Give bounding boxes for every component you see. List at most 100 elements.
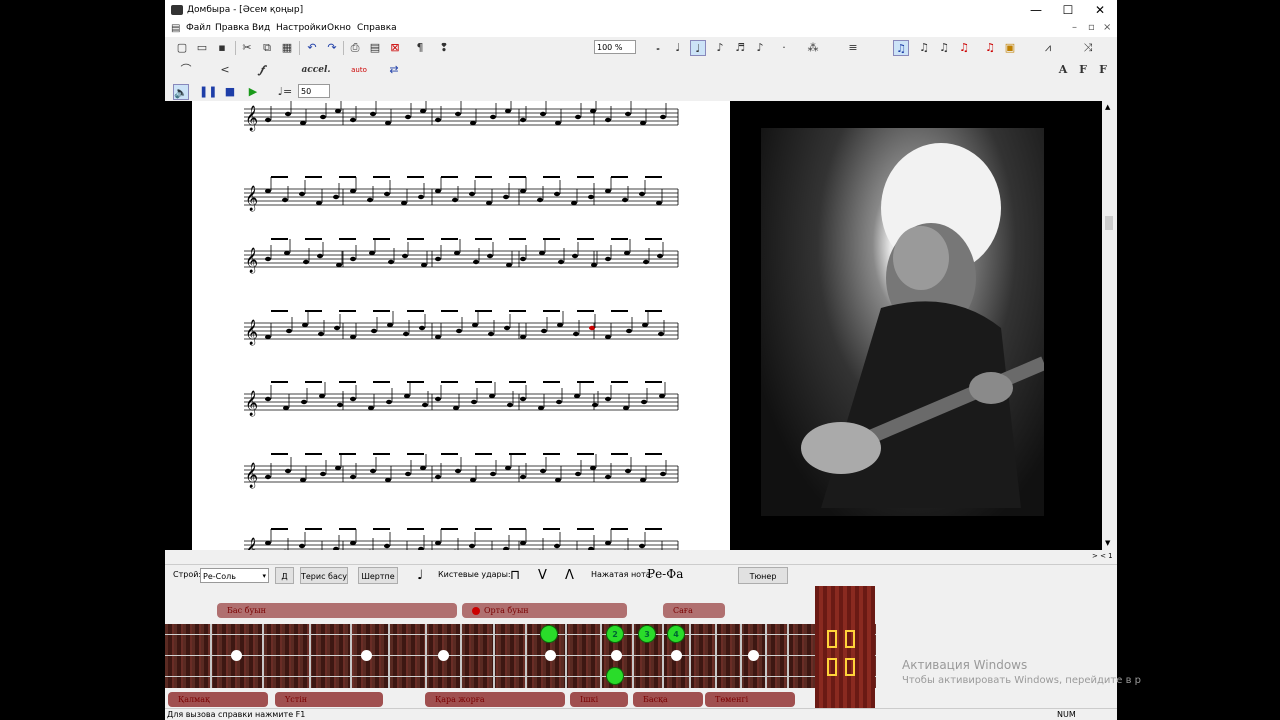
accel-button[interactable]: accel.: [298, 62, 334, 78]
zone-label-middle[interactable]: Орта буын: [462, 603, 627, 618]
zone-label-bass[interactable]: Бас буын: [217, 603, 457, 618]
pressed-note-marker[interactable]: [540, 625, 558, 643]
note-marker-2[interactable]: 2: [606, 625, 624, 643]
new-icon[interactable]: ▢: [174, 40, 190, 56]
zoom-select[interactable]: 100 %: [594, 40, 636, 54]
note-head: [538, 405, 544, 411]
scroll-thumb[interactable]: [1105, 216, 1113, 230]
paste-icon[interactable]: ▦: [279, 40, 295, 56]
print-preview-icon[interactable]: ▤: [367, 40, 383, 56]
tuplet-icon[interactable]: ⁂: [805, 40, 821, 56]
note-tool-icon[interactable]: ♫: [936, 40, 952, 56]
half-note-icon[interactable]: ♩: [670, 40, 686, 56]
note-tool-icon[interactable]: ♫: [916, 40, 932, 56]
note-head: [421, 262, 427, 268]
note-head: [469, 543, 475, 549]
zone-label-saga[interactable]: Саға: [663, 603, 725, 618]
paragraph-icon[interactable]: ¶: [412, 40, 428, 56]
tuning-peg[interactable]: [827, 658, 837, 676]
font-f-button[interactable]: F: [1075, 62, 1091, 78]
pause-icon[interactable]: ❚❚: [199, 84, 217, 100]
vertical-scrollbar[interactable]: ▲ ▼: [1102, 101, 1117, 550]
dot-icon[interactable]: ·: [776, 40, 792, 56]
speaker-icon[interactable]: 🔈: [173, 84, 189, 100]
up-stroke-v-icon[interactable]: V: [538, 568, 547, 583]
eighth-note-icon[interactable]: ♪: [712, 40, 728, 56]
play-icon[interactable]: ▶: [245, 84, 261, 100]
transpose-icon[interactable]: ⇄: [386, 62, 402, 78]
whole-note-icon[interactable]: 𝅝: [650, 40, 666, 56]
shertpe-button[interactable]: Шертпе: [358, 567, 398, 584]
note-head: [265, 256, 271, 262]
note-delete-icon[interactable]: ♫: [956, 40, 972, 56]
record-icon[interactable]: ▣: [1002, 40, 1018, 56]
copy-icon[interactable]: ⧉: [259, 40, 275, 56]
d-button[interactable]: Д: [275, 567, 294, 584]
tuning-peg[interactable]: [845, 658, 855, 676]
down-stroke-icon[interactable]: ⊓: [510, 568, 520, 583]
zone-label-tomengi[interactable]: Төменгі: [705, 692, 795, 707]
menu-edit[interactable]: Правка: [215, 23, 249, 33]
menu-view[interactable]: Вид: [252, 23, 270, 33]
sixteenth-note-icon[interactable]: ♬: [732, 40, 748, 56]
fret: [350, 624, 352, 688]
zone-label-ustin[interactable]: Үстін: [275, 692, 383, 707]
zone-label-kara-zhorga[interactable]: Қара жорға: [425, 692, 565, 707]
open-icon[interactable]: ▭: [194, 40, 210, 56]
zone-label-ishki[interactable]: Ішкі: [570, 692, 628, 707]
auto-note-icon[interactable]: ♫: [893, 40, 909, 56]
auto-button[interactable]: auto: [348, 62, 370, 78]
save-icon[interactable]: ▪: [214, 40, 230, 56]
menu-file[interactable]: Файл: [186, 23, 211, 33]
note-head: [539, 250, 545, 256]
undo-icon[interactable]: ↶: [304, 40, 320, 56]
tuning-peg[interactable]: [845, 630, 855, 648]
note-head: [640, 120, 646, 126]
fret: [309, 624, 311, 688]
note-marker-4[interactable]: 4: [667, 625, 685, 643]
menu-settings[interactable]: Настройки: [276, 23, 327, 33]
quarter-note-icon[interactable]: ♩: [690, 40, 706, 56]
tuning-select[interactable]: Ре-Соль ▾: [200, 568, 269, 583]
up-stroke-icon[interactable]: Λ: [565, 568, 574, 583]
arrange-icon[interactable]: ⤨: [1080, 40, 1096, 56]
doc-icon[interactable]: ▤: [171, 23, 180, 34]
note-head: [283, 405, 289, 411]
note-marker-3[interactable]: 3: [638, 625, 656, 643]
note-color-icon[interactable]: ♫: [982, 40, 998, 56]
dynamics-icon[interactable]: 𝆑: [254, 62, 270, 78]
delete-icon[interactable]: ⊠: [387, 40, 403, 56]
stop-icon[interactable]: ■: [222, 84, 238, 100]
redo-icon[interactable]: ↷: [324, 40, 340, 56]
hairpin-icon[interactable]: <: [213, 62, 237, 78]
fret: [740, 624, 742, 688]
thirtysecond-note-icon[interactable]: ♪: [752, 40, 768, 56]
menu-help[interactable]: Справка: [357, 23, 397, 33]
close-button[interactable]: ✕: [1084, 0, 1116, 21]
tuning-peg[interactable]: [827, 630, 837, 648]
quarter-note-icon[interactable]: ♩: [417, 568, 423, 583]
mdi-restore-icon[interactable]: ▫: [1088, 22, 1095, 33]
mdi-minimize-icon[interactable]: –: [1072, 22, 1077, 33]
tempo-input[interactable]: 50: [298, 84, 330, 98]
layout-icon[interactable]: ⩘: [1040, 40, 1056, 56]
note-head: [540, 111, 546, 117]
zone-label-kalmak[interactable]: Қалмақ: [168, 692, 268, 707]
slur-icon[interactable]: ⌒: [174, 62, 198, 78]
pressed-note-marker-bottom[interactable]: [606, 667, 624, 685]
zone-label-baska[interactable]: Басқа: [633, 692, 703, 707]
font-a-button[interactable]: A: [1055, 62, 1071, 78]
minimize-button[interactable]: —: [1020, 0, 1052, 21]
hint-icon[interactable]: ❢: [436, 40, 452, 56]
maximize-button[interactable]: ☐: [1052, 0, 1084, 21]
reverse-button[interactable]: Терис басу: [300, 567, 348, 584]
beam-icon[interactable]: ≡: [845, 40, 861, 56]
menu-window[interactable]: Окно: [327, 23, 351, 33]
scroll-up-icon[interactable]: ▲: [1105, 103, 1110, 111]
print-icon[interactable]: ⎙: [347, 40, 363, 56]
tuner-button[interactable]: Тюнер: [738, 567, 788, 584]
scroll-down-icon[interactable]: ▼: [1105, 539, 1110, 547]
cut-icon[interactable]: ✂: [239, 40, 255, 56]
mdi-close-icon[interactable]: ×: [1103, 22, 1111, 33]
font-ff-button[interactable]: F: [1095, 62, 1111, 78]
